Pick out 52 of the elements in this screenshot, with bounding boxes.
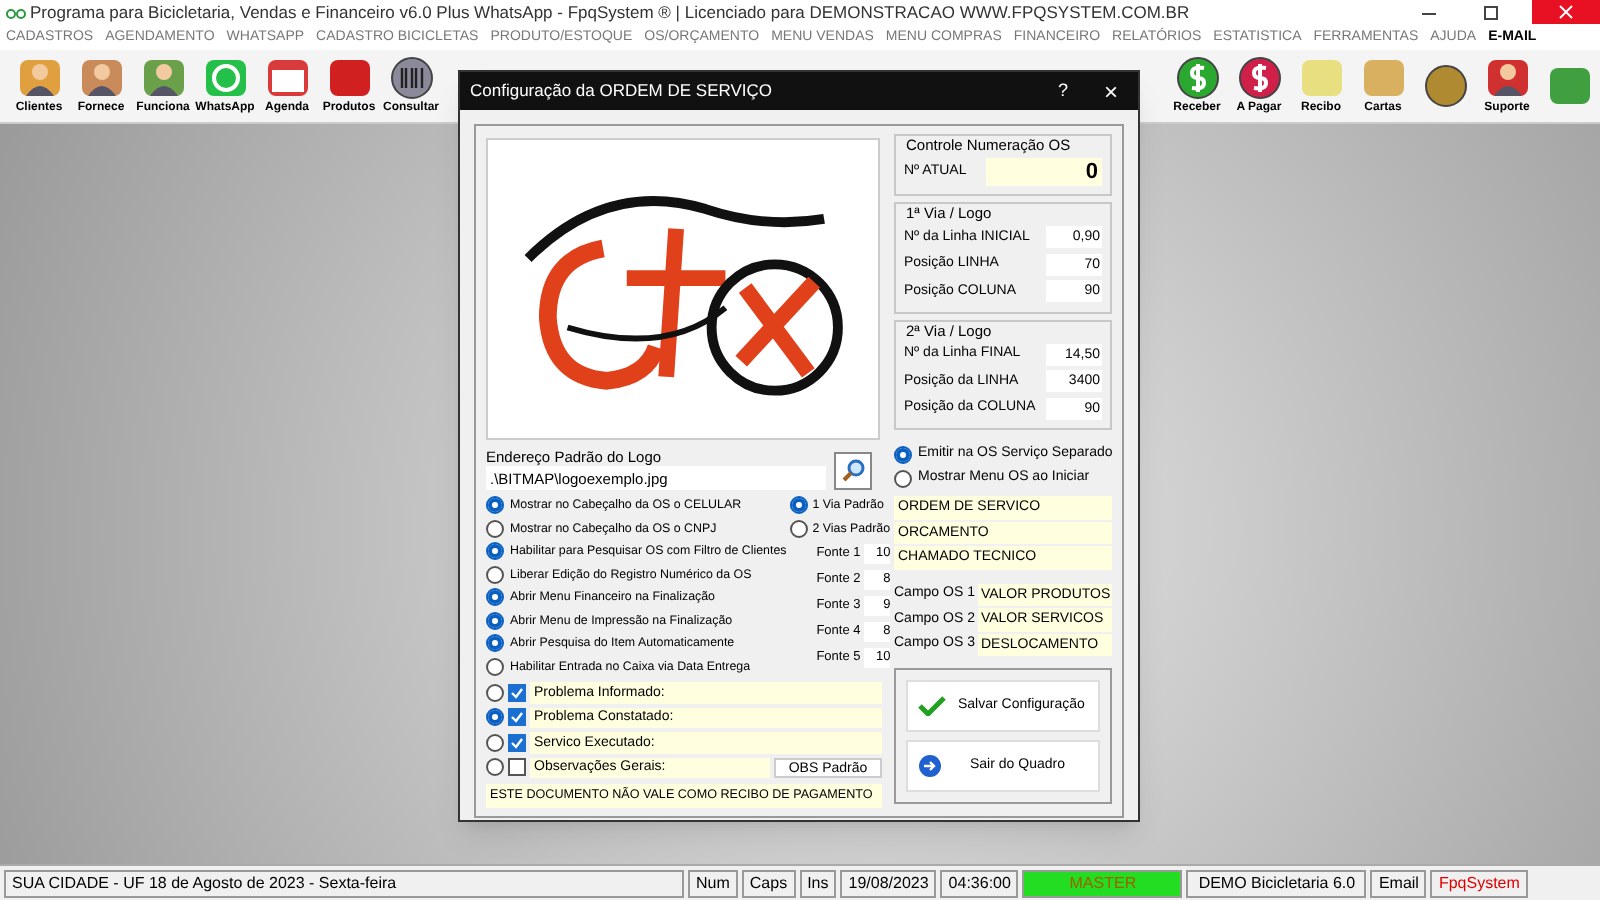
checkbox[interactable] xyxy=(508,708,526,727)
input-field[interactable]: 0 xyxy=(986,158,1102,186)
window-title: Programa para Bicicletaria, Vendas e Financeiro v6.0 Plus WhatsApp - FpqSystem ® | Licenciado para DEMONSTRACAO WWW.FPQSYSTEM.COM.BR xyxy=(30,0,1190,24)
radio-button[interactable] xyxy=(486,542,504,561)
checkbox[interactable] xyxy=(508,758,526,777)
radio-button[interactable] xyxy=(486,588,504,607)
bicycle-icon xyxy=(6,4,26,20)
status-text: Caps xyxy=(741,869,796,897)
support-icon xyxy=(1483,56,1531,100)
person-icon xyxy=(77,56,125,100)
calendar-icon xyxy=(263,56,311,100)
radio-button[interactable] xyxy=(486,611,504,630)
status-text: 19/08/2023 xyxy=(840,869,937,897)
search-button[interactable] xyxy=(834,451,872,489)
brand-status: FpqSystem xyxy=(1430,869,1528,897)
email-button[interactable]: Email xyxy=(1370,869,1427,897)
checkbox[interactable] xyxy=(508,733,526,752)
status-text: SUA CIDADE - UF 18 de Agosto de 2023 - Sexta-feira xyxy=(4,869,684,897)
checkbox[interactable] xyxy=(508,683,526,702)
user-status: MASTER xyxy=(1022,869,1183,897)
chat-icon xyxy=(201,56,249,100)
dialog-title: Configuração da ORDEM DE SERVIÇO xyxy=(470,78,773,104)
radio-button[interactable] xyxy=(486,758,504,777)
close-button[interactable] xyxy=(1532,0,1600,24)
radio-button[interactable] xyxy=(894,469,912,487)
help-button[interactable]: ? xyxy=(1057,77,1068,105)
radio-button[interactable] xyxy=(486,496,504,515)
status-text: 04:36:00 xyxy=(940,869,1019,897)
checkmark-icon xyxy=(918,696,946,716)
close-button[interactable]: × xyxy=(1103,79,1118,103)
radio-button[interactable] xyxy=(894,445,912,463)
barcode-icon xyxy=(387,56,435,100)
radio-button[interactable] xyxy=(486,634,504,653)
status-text: Ins xyxy=(799,869,837,897)
person-icon xyxy=(139,56,187,100)
coin-icon xyxy=(1421,64,1469,108)
dollar-icon xyxy=(1235,56,1283,100)
close-icon xyxy=(1558,4,1574,20)
radio-button[interactable] xyxy=(486,683,504,702)
radio-button[interactable] xyxy=(486,657,504,676)
status-text: Num xyxy=(688,869,738,897)
radio-button[interactable] xyxy=(486,519,504,538)
radio-button[interactable] xyxy=(486,708,504,727)
search-icon xyxy=(841,458,865,482)
radio-button[interactable] xyxy=(790,496,809,515)
version-status: DEMO Bicicletaria 6.0 xyxy=(1186,869,1367,897)
dollar-icon xyxy=(1173,56,1221,100)
radio-button[interactable] xyxy=(486,733,504,752)
maximize-icon[interactable] xyxy=(1482,3,1500,21)
radio-button[interactable] xyxy=(486,565,504,584)
radio-button[interactable] xyxy=(790,519,809,538)
arrow-circle-icon xyxy=(918,754,942,778)
